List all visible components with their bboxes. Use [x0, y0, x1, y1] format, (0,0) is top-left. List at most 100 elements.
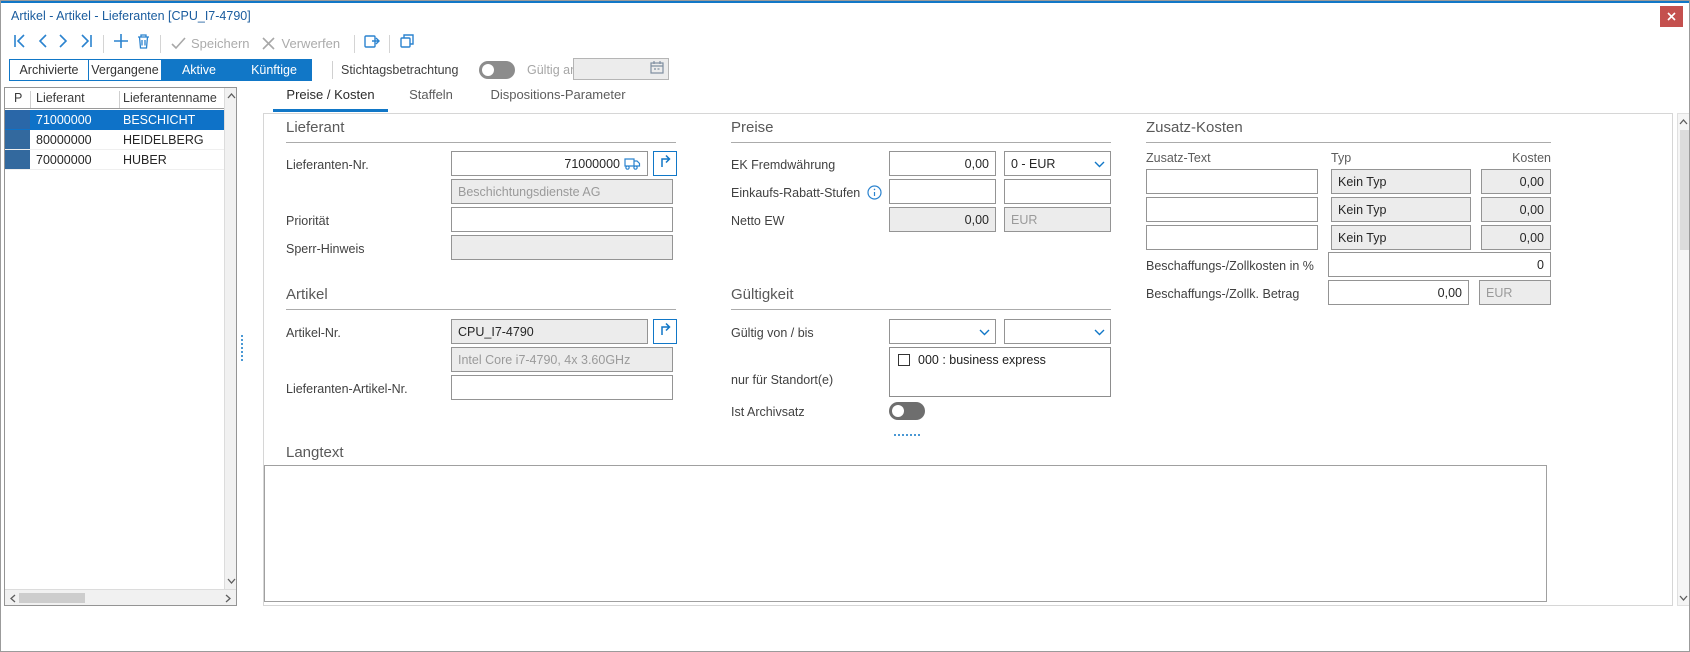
- panel-splitter-handle[interactable]: [241, 335, 243, 361]
- ek-fremdwaehrung-field[interactable]: 0,00: [889, 151, 996, 176]
- section-heading-preise: Preise: [731, 119, 774, 136]
- column-header-lieferantenname[interactable]: Lieferantenname: [123, 91, 217, 105]
- first-record-button[interactable]: [9, 33, 31, 55]
- gueltig-bis-select[interactable]: [1004, 319, 1111, 344]
- filter-separator: [332, 61, 333, 79]
- langtext-textarea[interactable]: [264, 465, 1547, 602]
- kosten-field-2: 0,00: [1481, 197, 1551, 222]
- filter-kuenftige-button[interactable]: Künftige: [236, 59, 312, 81]
- ek-currency-value: 0 - EUR: [1011, 157, 1055, 171]
- zollk-betrag-field[interactable]: 0,00: [1328, 280, 1469, 305]
- zollkosten-pct-label: Beschaffungs-/Zollkosten in %: [1146, 259, 1314, 273]
- delete-record-button[interactable]: [132, 33, 154, 55]
- filter-aktive-button[interactable]: Aktive: [161, 59, 237, 81]
- truck-icon: [624, 157, 641, 170]
- lieferant-name-field: Beschichtungsdienste AG: [451, 179, 673, 204]
- column-header-p[interactable]: P: [14, 91, 22, 105]
- add-record-button[interactable]: [110, 33, 132, 55]
- toolbar-separator: [103, 35, 104, 53]
- scroll-down-icon[interactable]: [225, 575, 237, 587]
- column-divider: [30, 91, 31, 108]
- window-title: Artikel - Artikel - Lieferanten [CPU_I7-…: [11, 9, 251, 23]
- standort-checkbox[interactable]: [898, 354, 910, 366]
- copy-record-button[interactable]: [396, 33, 418, 55]
- last-record-button[interactable]: [75, 33, 97, 55]
- save-label: Speichern: [191, 36, 250, 51]
- supplier-list-vertical-scrollbar[interactable]: [224, 88, 236, 589]
- tab-preise-kosten[interactable]: Preise / Kosten: [273, 87, 388, 109]
- supplier-list-horizontal-scrollbar[interactable]: [5, 589, 236, 605]
- netto-ew-field: 0,00: [889, 207, 996, 232]
- ist-archivsatz-toggle[interactable]: [889, 402, 925, 420]
- kosten-column-header: Kosten: [1481, 151, 1551, 165]
- standort-option-label: 000 : business express: [918, 353, 1046, 367]
- toolbar-separator: [354, 35, 355, 53]
- scroll-down-icon[interactable]: [1678, 592, 1689, 603]
- previous-record-button[interactable]: [31, 33, 53, 55]
- lieferanten-nr-value: 71000000: [564, 157, 620, 171]
- zusatz-text-field-2[interactable]: [1146, 197, 1318, 222]
- toolbar-separator: [389, 35, 390, 53]
- artikel-open-button[interactable]: [653, 319, 677, 344]
- table-row[interactable]: 71000000 BESCHICHT: [5, 110, 225, 130]
- toolbar: Speichern Verwerfen: [1, 29, 1689, 58]
- gueltig-von-bis-label: Gültig von / bis: [731, 326, 814, 340]
- content-vertical-scrollbar[interactable]: [1677, 113, 1690, 606]
- section-splitter-handle[interactable]: [894, 434, 920, 436]
- ek-currency-select[interactable]: 0 - EUR: [1004, 151, 1111, 176]
- gueltig-von-select[interactable]: [889, 319, 996, 344]
- tab-staffeln[interactable]: Staffeln: [398, 87, 464, 109]
- ist-archivsatz-label: Ist Archivsatz: [731, 405, 805, 419]
- zusatz-text-field-3[interactable]: [1146, 225, 1318, 250]
- check-icon: [167, 33, 189, 55]
- scroll-right-icon[interactable]: [222, 592, 234, 604]
- transfer-record-icon: [363, 33, 381, 54]
- section-rule: [286, 142, 676, 143]
- transfer-button[interactable]: [361, 33, 383, 55]
- scroll-left-icon[interactable]: [7, 592, 19, 604]
- scroll-up-icon[interactable]: [225, 90, 237, 102]
- cell-lieferantenname: HUBER: [123, 153, 167, 167]
- close-button[interactable]: [1660, 6, 1683, 27]
- section-heading-zusatz-kosten: Zusatz-Kosten: [1146, 119, 1243, 136]
- rabatt-stufen-field-1[interactable]: [889, 179, 996, 204]
- section-heading-gueltigkeit: Gültigkeit: [731, 286, 794, 303]
- zollkosten-pct-field[interactable]: 0: [1328, 252, 1551, 277]
- next-record-button[interactable]: [53, 33, 75, 55]
- rabatt-stufen-field-2[interactable]: [1004, 179, 1111, 204]
- copy-icon: [399, 33, 415, 54]
- discard-button[interactable]: Verwerfen: [258, 33, 343, 55]
- column-divider: [119, 91, 120, 108]
- kosten-value-1: 0,00: [1520, 175, 1544, 189]
- section-heading-lieferant: Lieferant: [286, 119, 344, 136]
- standorte-listbox[interactable]: 000 : business express: [889, 347, 1111, 397]
- save-button[interactable]: Speichern: [167, 33, 252, 55]
- info-icon[interactable]: [867, 185, 882, 205]
- column-header-lieferant[interactable]: Lieferant: [36, 91, 85, 105]
- filter-archivierte-button[interactable]: Archivierte: [9, 59, 89, 81]
- table-row[interactable]: 70000000 HUBER: [5, 150, 225, 170]
- lieferanten-artikel-nr-field[interactable]: [451, 375, 673, 400]
- plus-icon: [113, 33, 129, 54]
- sperr-hinweis-label: Sperr-Hinweis: [286, 242, 365, 256]
- lieferant-open-button[interactable]: [653, 151, 677, 176]
- scrollbar-thumb[interactable]: [1680, 130, 1689, 250]
- scrollbar-thumb[interactable]: [19, 593, 85, 603]
- kosten-field-1: 0,00: [1481, 169, 1551, 194]
- scroll-up-icon[interactable]: [1678, 116, 1689, 127]
- first-record-icon: [12, 33, 28, 54]
- zollk-currency: EUR: [1486, 286, 1512, 300]
- app-window: Artikel - Artikel - Lieferanten [CPU_I7-…: [0, 0, 1690, 652]
- gueltig-am-date-field[interactable]: [573, 58, 669, 80]
- lieferanten-nr-field[interactable]: 71000000: [451, 151, 648, 176]
- cell-lieferant: 70000000: [36, 153, 92, 167]
- artikel-nr-value: CPU_I7-4790: [458, 325, 534, 339]
- tab-dispositions-parameter[interactable]: Dispositions-Parameter: [488, 87, 628, 109]
- kosten-value-2: 0,00: [1520, 203, 1544, 217]
- table-row[interactable]: 80000000 HEIDELBERG: [5, 130, 225, 150]
- artikel-name-field: Intel Core i7-4790, 4x 3.60GHz: [451, 347, 673, 372]
- prioritaet-field[interactable]: [451, 207, 673, 232]
- filter-vergangene-button[interactable]: Vergangene: [88, 59, 162, 81]
- stichtag-toggle[interactable]: [479, 61, 515, 79]
- zusatz-text-field-1[interactable]: [1146, 169, 1318, 194]
